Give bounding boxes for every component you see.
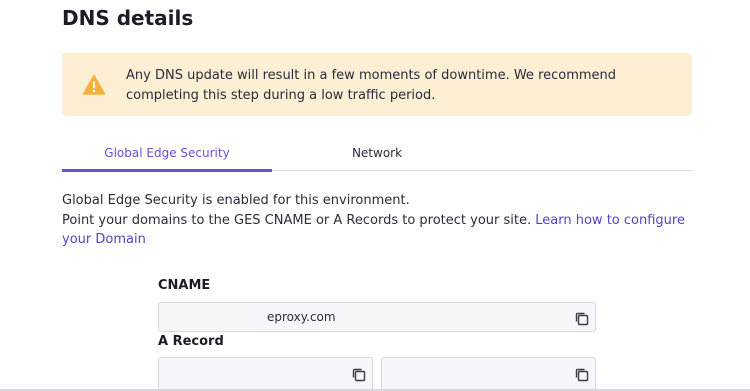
- page-title: DNS details: [62, 6, 194, 30]
- tab-global-edge-security[interactable]: Global Edge Security: [62, 134, 272, 172]
- ges-instructions: Point your domains to the GES CNAME or A…: [62, 211, 702, 250]
- cname-value: eproxy.com: [267, 310, 336, 324]
- ges-instructions-text: Point your domains to the GES CNAME or A…: [62, 212, 532, 228]
- tab-bar: Global Edge Security Network: [62, 134, 692, 172]
- cname-label: CNAME: [158, 278, 211, 293]
- downtime-warning-alert: Any DNS update will result in a few mome…: [62, 53, 692, 116]
- ges-enabled-text: Global Edge Security is enabled for this…: [62, 193, 410, 208]
- warning-icon: [82, 74, 106, 95]
- copy-icon[interactable]: [574, 311, 590, 327]
- alert-message: Any DNS update will result in a few mome…: [126, 68, 617, 103]
- a-record-label: A Record: [158, 334, 224, 349]
- cname-field[interactable]: eproxy.com: [158, 302, 596, 332]
- a-record-field-1[interactable]: [158, 357, 373, 391]
- tab-network[interactable]: Network: [272, 134, 482, 170]
- copy-icon[interactable]: [351, 367, 367, 383]
- a-record-field-2[interactable]: [381, 357, 596, 391]
- ges-description: Global Edge Security is enabled for this…: [62, 191, 702, 250]
- copy-icon[interactable]: [574, 367, 590, 383]
